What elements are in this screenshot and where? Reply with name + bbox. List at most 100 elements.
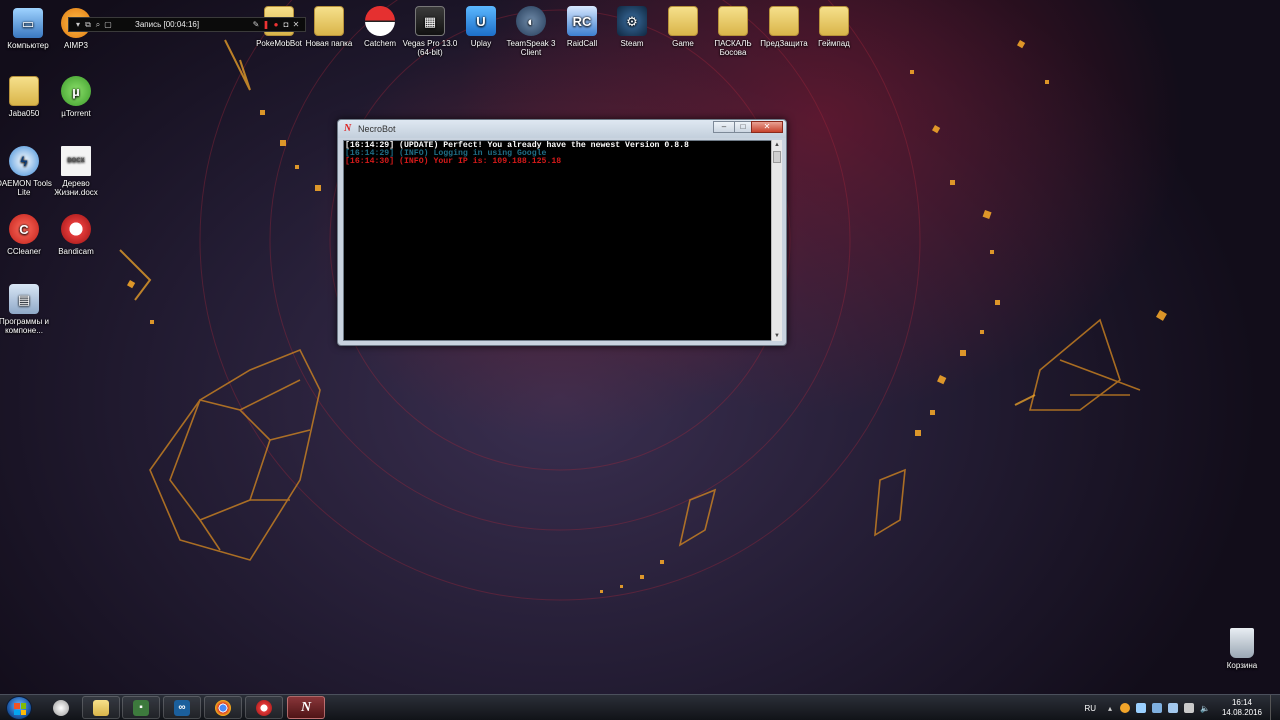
- daemon-tools-icon: ϟ: [9, 146, 39, 176]
- desktop-icon-predzashchita[interactable]: ПредЗащита: [756, 6, 812, 48]
- desktop-icon-game[interactable]: Game: [655, 6, 711, 48]
- system-tray: RU ▴ 🔈 16:14 14.08.2016: [1084, 695, 1280, 720]
- desktop-icon-pascal[interactable]: ПАСКАЛЬ Босова: [705, 6, 761, 57]
- scrollbar-thumb[interactable]: [773, 151, 781, 163]
- uplay-icon: U: [466, 6, 496, 36]
- visual-studio-icon: ∞: [174, 699, 190, 716]
- taskbar-item-media-player[interactable]: [42, 696, 80, 719]
- desktop-icon-catchem[interactable]: Catchem: [352, 6, 408, 48]
- camera-icon[interactable]: ◘: [281, 20, 291, 29]
- desktop-icon-label: Vegas Pro 13.0 (64-bit): [402, 39, 458, 57]
- pause-icon[interactable]: ❚: [261, 20, 271, 29]
- desktop-icon-gamepad[interactable]: Геймпад: [806, 6, 862, 48]
- window-titlebar[interactable]: N NecroBot – □ ✕: [338, 120, 786, 138]
- desktop-icon-label: DAEMON Tools Lite: [0, 179, 52, 197]
- desktop-icon-uplay[interactable]: U Uplay: [453, 6, 509, 48]
- desktop-icon-label: Uplay: [470, 39, 492, 48]
- desktop: ▭ Компьютер ♪ AIMP3 Jaba050 µ µTorrent ϟ…: [0, 0, 1280, 694]
- desktop-icon-label: Геймпад: [818, 39, 850, 48]
- bandicam-icon: [61, 214, 91, 244]
- network-tray-icon[interactable]: [1136, 703, 1147, 713]
- clock[interactable]: 16:14 14.08.2016: [1218, 698, 1266, 718]
- taskbar-item-bandicam[interactable]: [245, 696, 283, 719]
- desktop-icon-label: µTorrent: [61, 109, 91, 118]
- vegas-icon: ▦: [415, 6, 445, 36]
- aimp-tray-icon[interactable]: [1120, 703, 1131, 713]
- language-indicator[interactable]: RU: [1084, 704, 1096, 713]
- necrobot-window[interactable]: N NecroBot – □ ✕ [16:14:29] (UPDATE) Per…: [337, 119, 787, 346]
- desktop-icon-daemon-tools[interactable]: ϟ DAEMON Tools Lite: [0, 146, 52, 197]
- taskbar-item-terminal[interactable]: ▪: [122, 696, 160, 719]
- volume-icon[interactable]: 🔈: [1200, 704, 1210, 713]
- chevron-down-icon[interactable]: ▾: [73, 20, 83, 29]
- computer-icon: ▭: [13, 8, 43, 38]
- desktop-icon-teamspeak[interactable]: ◐ TeamSpeak 3 Client: [503, 6, 559, 57]
- desktop-icon-steam[interactable]: ⚙ Steam: [604, 6, 660, 48]
- show-hidden-icons-icon[interactable]: ▴: [1108, 704, 1112, 713]
- desktop-icon-new-folder[interactable]: Новая папка: [301, 6, 357, 48]
- folder-icon: [718, 6, 748, 36]
- desktop-icon-recycle-bin[interactable]: Корзина: [1214, 628, 1270, 670]
- zoom-icon[interactable]: ⌕: [93, 20, 103, 30]
- taskbar: ▪ ∞ N RU ▴ 🔈 16:14 14.08.2016: [0, 694, 1280, 720]
- desktop-icon-label: Game: [672, 39, 694, 48]
- desktop-icon-jaba050[interactable]: Jaba050: [0, 76, 52, 118]
- console-line: [16:14:30] (INFO) Your IP is: 109.188.12…: [345, 157, 562, 166]
- desktop-icon-label: Catchem: [363, 39, 396, 48]
- maximize-button[interactable]: □: [734, 121, 752, 133]
- raidcall-icon: RC: [567, 6, 597, 36]
- console-output[interactable]: [16:14:29] (UPDATE) Perfect! You already…: [343, 140, 777, 341]
- desktop-icon-raidcall[interactable]: RC RaidCall: [554, 6, 610, 48]
- pokeball-icon: [365, 6, 395, 36]
- steam-tray-icon[interactable]: [1152, 703, 1163, 713]
- utorrent-icon: µ: [61, 76, 91, 106]
- region-icon[interactable]: ▢: [103, 20, 113, 29]
- record-icon[interactable]: ●: [271, 20, 281, 29]
- console-scrollbar[interactable]: ▲ ▼: [771, 140, 782, 341]
- close-icon[interactable]: ✕: [291, 20, 301, 29]
- desktop-icon-label: Программы и компоне...: [0, 317, 49, 335]
- desktop-icon-utorrent[interactable]: µ µTorrent: [48, 76, 104, 118]
- taskbar-item-necrobot[interactable]: N: [287, 696, 325, 719]
- bandicam-icon: [256, 699, 272, 716]
- window-mode-icon[interactable]: ⧉: [83, 20, 93, 30]
- desktop-icon-label: TeamSpeak 3 Client: [506, 39, 556, 57]
- desktop-icon-ccleaner[interactable]: C CCleaner: [0, 214, 52, 256]
- signal-tray-icon[interactable]: [1184, 703, 1195, 713]
- desktop-icon-label: ПАСКАЛЬ Босова: [714, 39, 752, 57]
- scroll-up-icon[interactable]: ▲: [772, 140, 782, 150]
- chrome-icon: [215, 699, 231, 716]
- scroll-down-icon[interactable]: ▼: [772, 331, 782, 341]
- desktop-icon-label: Дерево Жизни.docx: [54, 179, 98, 197]
- terminal-icon: ▪: [133, 699, 149, 716]
- programs-icon: ▤: [9, 284, 39, 314]
- recycle-bin-icon: [1230, 628, 1254, 658]
- close-button[interactable]: ✕: [751, 121, 783, 133]
- monitor-tray-icon[interactable]: [1168, 703, 1179, 713]
- start-button[interactable]: [6, 696, 32, 720]
- desktop-icon-label: PokeMobBot: [256, 39, 302, 48]
- desktop-icon-docx[interactable]: DOCX Дерево Жизни.docx: [48, 146, 104, 197]
- pencil-icon[interactable]: ✎: [251, 20, 261, 29]
- show-desktop-button[interactable]: [1270, 695, 1280, 720]
- taskbar-item-visual-studio[interactable]: ∞: [163, 696, 201, 719]
- desktop-icon-vegas[interactable]: ▦ Vegas Pro 13.0 (64-bit): [402, 6, 458, 57]
- minimize-button[interactable]: –: [713, 121, 735, 133]
- recording-toolbar: ▾ ⧉ ⌕ ▢ Запись [00:04:16] ✎ ❚ ● ◘ ✕: [68, 17, 306, 32]
- desktop-icon-bandicam[interactable]: Bandicam: [48, 214, 104, 256]
- taskbar-item-explorer[interactable]: [82, 696, 120, 719]
- steam-icon: ⚙: [617, 6, 647, 36]
- desktop-icon-label: Steam: [620, 39, 644, 48]
- folder-icon: [769, 6, 799, 36]
- recording-timer: Запись [00:04:16]: [135, 20, 200, 29]
- wallpaper-art: [119, 0, 1167, 601]
- media-player-icon: [53, 699, 69, 716]
- desktop-icon-programs[interactable]: ▤ Программы и компоне...: [0, 284, 52, 335]
- clock-time: 16:14: [1231, 698, 1253, 707]
- folder-icon: [819, 6, 849, 36]
- necrobot-icon: N: [300, 699, 312, 715]
- ccleaner-icon: C: [9, 214, 39, 244]
- windows-logo-icon: [14, 703, 26, 715]
- folder-icon: [9, 76, 39, 106]
- taskbar-item-chrome[interactable]: [204, 696, 242, 719]
